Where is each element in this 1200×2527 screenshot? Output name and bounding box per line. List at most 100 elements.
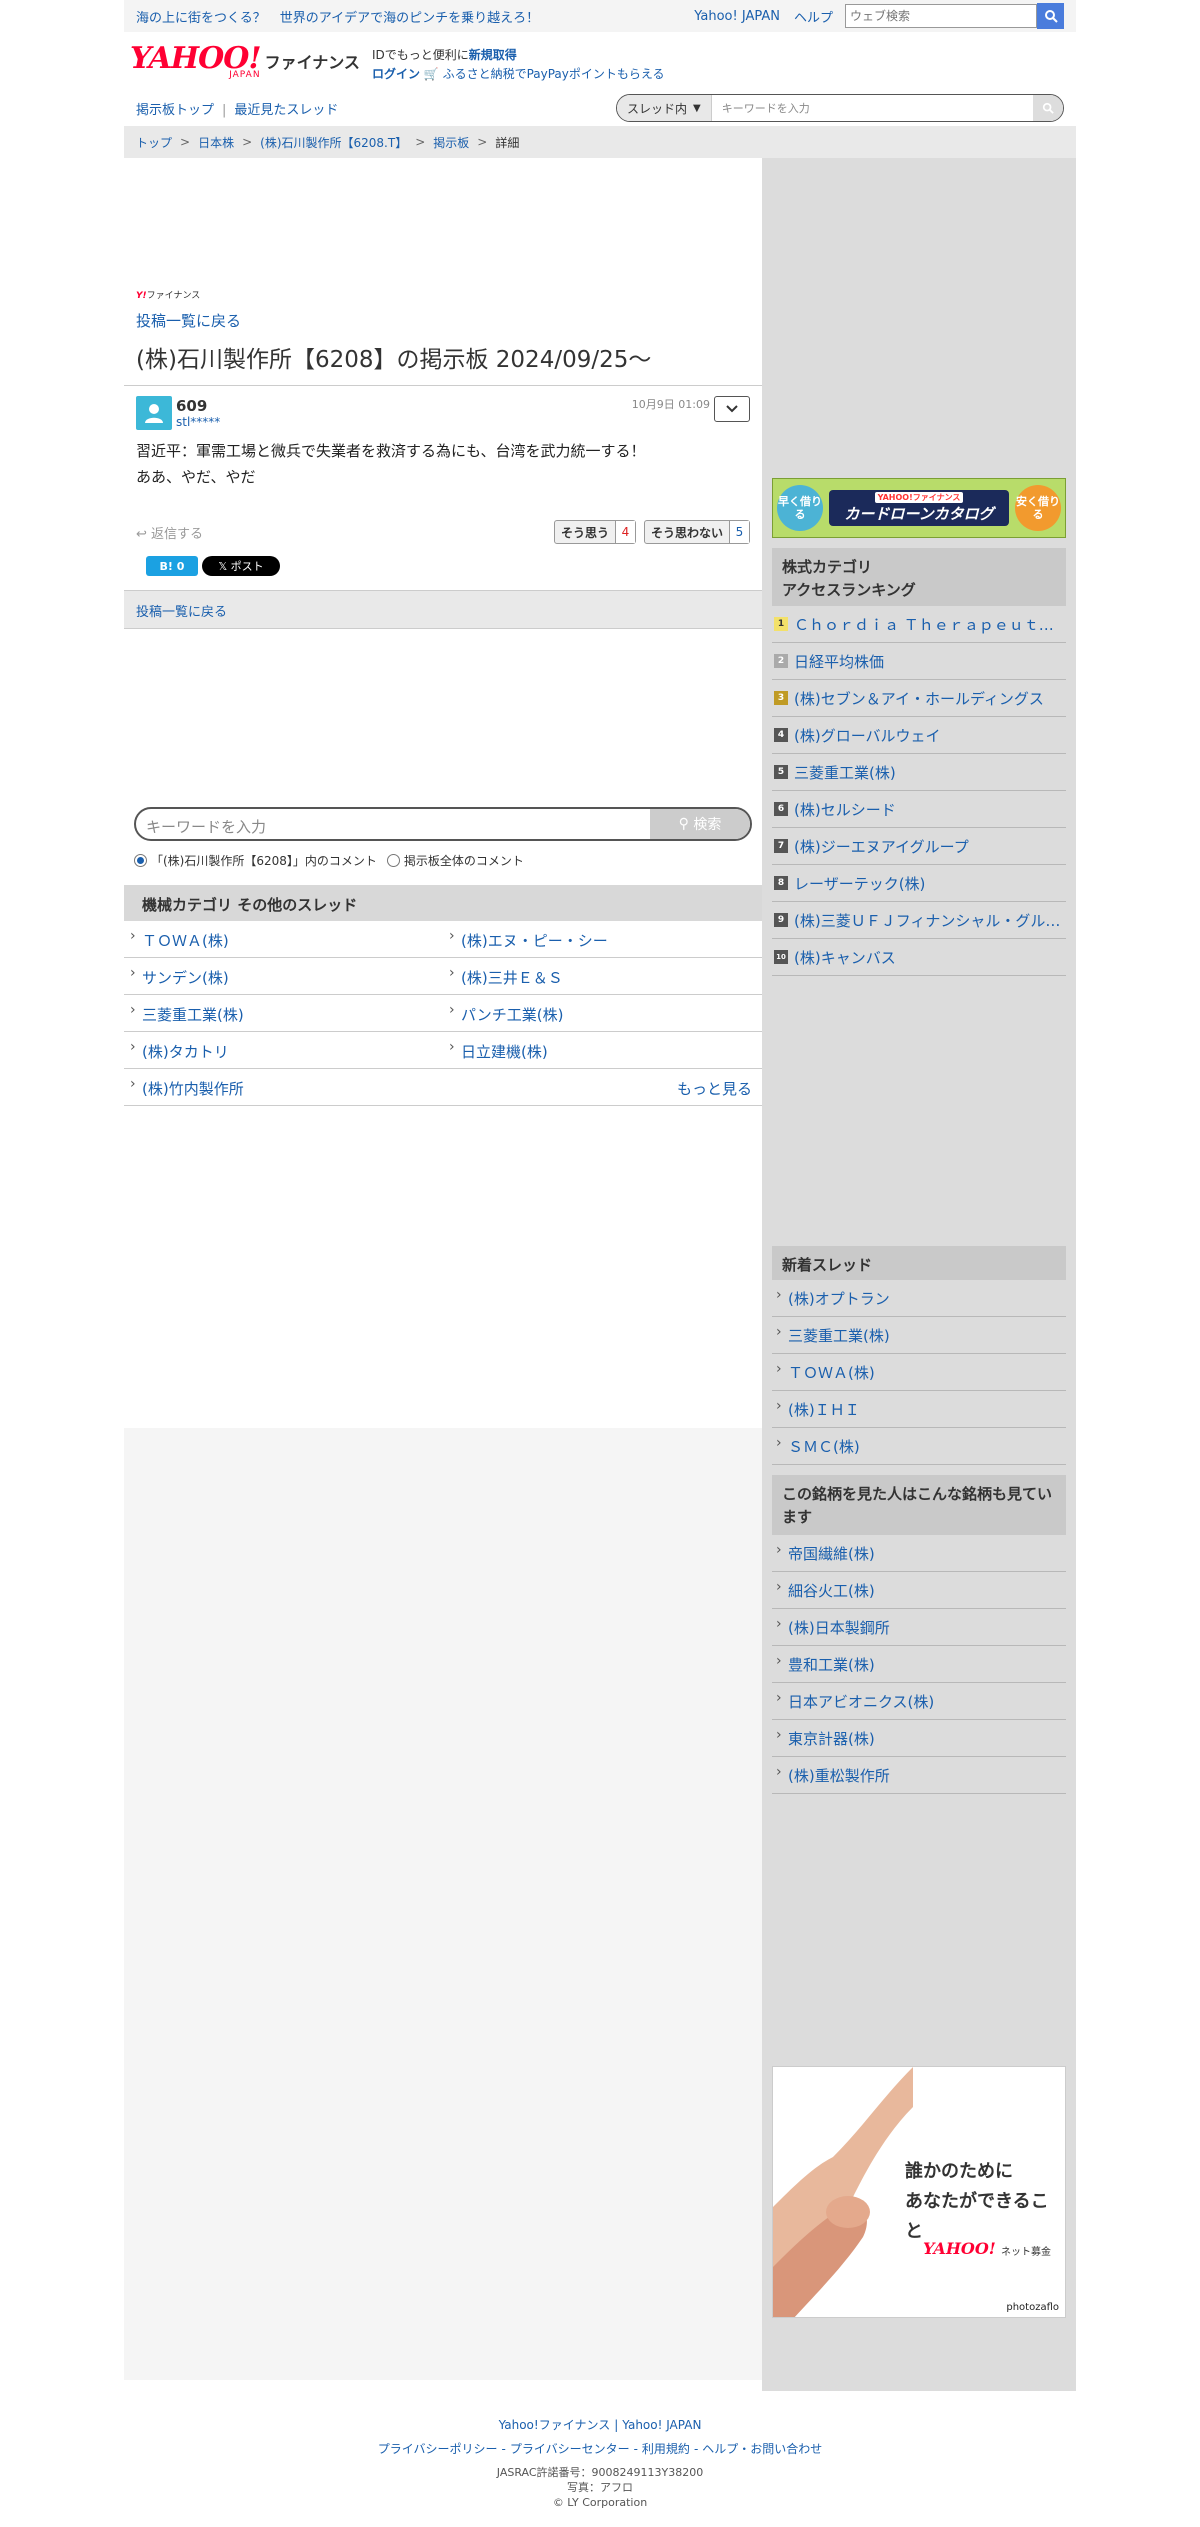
search-icon: ⚲: [678, 816, 694, 832]
bbs-top-link[interactable]: 掲示板トップ: [136, 103, 214, 118]
ranking-item[interactable]: 7 (株)ジーエヌアイグループ: [772, 828, 1066, 865]
yahoo-finance-logo[interactable]: YAHOO! JAPAN ファイナンス: [130, 44, 360, 81]
donation-sub: ネット募金: [1001, 2247, 1051, 2258]
footer-yahoo-finance-link[interactable]: Yahoo!ファイナンス: [499, 2418, 611, 2432]
breadcrumb: トップ > 日本株 > (株)石川製作所【6208.T】 > 掲示板 > 詳細: [124, 126, 1076, 158]
category-item[interactable]: パンチ工業(株): [461, 1006, 563, 1024]
ranking-item[interactable]: 10 (株)キャンバス: [772, 939, 1066, 976]
main-column: Y!ファイナンス 投稿一覧に戻る (株)石川製作所【6208】の掲示板 2024…: [124, 158, 762, 2391]
board-subnav: 掲示板トップ | 最近見たスレッド スレッド内 ▼ キーワードを入力: [124, 90, 1076, 126]
also-viewed-item[interactable]: 細谷火工(株): [788, 1580, 875, 1601]
donation-line-1: 誰かのために: [905, 2161, 1013, 2182]
category-item[interactable]: (株)タカトリ: [142, 1043, 229, 1061]
site-header: YAHOO! JAPAN ファイナンス IDでもっと便利に新規取得 ログイン 🛒…: [124, 32, 1076, 90]
also-viewed-item[interactable]: 東京計器(株): [788, 1728, 875, 1749]
ranking-item[interactable]: 9 (株)三菱ＵＦＪフィナンシャル・グループ: [772, 902, 1066, 939]
radio-thread-label[interactable]: 「(株)石川製作所【6208】」内のコメント: [151, 852, 377, 869]
also-viewed-item[interactable]: (株)重松製作所: [788, 1765, 890, 1786]
new-thread-item[interactable]: 三菱重工業(株): [788, 1325, 890, 1346]
category-item[interactable]: (株)エヌ・ピー・シー: [461, 932, 608, 950]
new-thread-item[interactable]: (株)ＩＨＩ: [788, 1399, 860, 1420]
promo-text-1[interactable]: 海の上に街をつくる？: [136, 11, 266, 26]
promo-banner[interactable]: 海の上に街をつくる？ 世界のアイデアで海のピンチを乗り越えろ！: [136, 7, 680, 26]
user-id-link[interactable]: stl*****: [176, 414, 220, 430]
help-link[interactable]: ヘルプ: [794, 7, 833, 26]
category-item[interactable]: 日立建機(株): [461, 1043, 548, 1061]
recent-threads-link[interactable]: 最近見たスレッド: [234, 103, 338, 118]
category-more-link[interactable]: もっと見る: [677, 1080, 752, 1098]
comment-search-input[interactable]: キーワードを入力: [136, 809, 650, 839]
ad-space-3: [124, 1106, 762, 1428]
page-footer: Yahoo!ファイナンス | Yahoo! JAPAN プライバシーポリシー - プライ…: [124, 2391, 1076, 2510]
footer-terms-link[interactable]: 利用規約: [642, 2442, 690, 2456]
rank-badge: 9: [774, 913, 788, 927]
ranking-item[interactable]: 2 日経平均株価: [772, 643, 1066, 680]
card-loan-ad[interactable]: 早く借りる YAHOO!ファイナンス カードローンカタログ 安く借りる: [772, 478, 1066, 538]
disagree-button[interactable]: そう思わない 5: [643, 520, 750, 544]
breadcrumb-top[interactable]: トップ: [136, 134, 172, 151]
footer-privacy-center-link[interactable]: プライバシーセンター: [510, 2442, 630, 2456]
board-search-button[interactable]: [1033, 95, 1063, 121]
also-viewed-item[interactable]: 豊和工業(株): [788, 1654, 875, 1675]
also-viewed-item[interactable]: 帝国繊維(株): [788, 1543, 875, 1564]
ranking-item[interactable]: 6 (株)セルシード: [772, 791, 1066, 828]
also-viewed-item[interactable]: (株)日本製鋼所: [788, 1617, 890, 1638]
comment-search-button[interactable]: ⚲ 検索: [650, 809, 750, 839]
login-link[interactable]: ログイン: [372, 67, 420, 81]
radio-all-comments[interactable]: [386, 853, 400, 867]
ranking-item[interactable]: 3 (株)セブン＆アイ・ホールディングス: [772, 680, 1066, 717]
category-item[interactable]: (株)竹内製作所: [142, 1080, 244, 1098]
ad-title: カードローンカタログ: [844, 505, 994, 523]
web-search-input[interactable]: [845, 4, 1037, 28]
new-thread-item[interactable]: (株)オプトラン: [788, 1288, 890, 1309]
search-scope-radios: 「(株)石川製作所【6208】」内のコメント 掲示板全体のコメント: [134, 849, 752, 871]
signup-link[interactable]: 新規取得: [469, 48, 517, 62]
post-menu-button[interactable]: [714, 396, 750, 422]
ranking-heading: 株式カテゴリ アクセスランキング: [772, 548, 1066, 606]
board-search-input[interactable]: キーワードを入力: [712, 100, 1033, 116]
search-icon: [1042, 102, 1054, 114]
new-thread-item[interactable]: ＳＭＣ(株): [788, 1436, 860, 1457]
reply-button[interactable]: ↩ 返信する: [136, 523, 546, 542]
ranking-item[interactable]: 4 (株)グローバルウェイ: [772, 717, 1066, 754]
category-item[interactable]: (株)三井Ｅ＆Ｓ: [461, 969, 563, 987]
rank-badge: 3: [774, 691, 788, 705]
breadcrumb-stock[interactable]: (株)石川製作所【6208.T】: [260, 134, 407, 151]
jasrac-number: JASRAC許諾番号：9008249113Y38200: [496, 2466, 704, 2479]
top-bar: 海の上に街をつくる？ 世界のアイデアで海のピンチを乗り越えろ！ Yahoo! JA…: [124, 0, 1076, 32]
donation-yahoo-logo: YAHOO!: [923, 2239, 996, 2258]
x-post-button[interactable]: 𝕏 ポスト: [202, 556, 280, 576]
breadcrumb-jp-stocks[interactable]: 日本株: [198, 134, 234, 151]
ranking-item[interactable]: 8 レーザーテック(株): [772, 865, 1066, 902]
search-scope-select[interactable]: スレッド内 ▼: [617, 95, 712, 121]
footer-privacy-link[interactable]: プライバシーポリシー: [378, 2442, 498, 2456]
photo-credit: photozaflo: [1006, 2302, 1059, 2313]
ranking-item[interactable]: 1Ｃｈｏｒｄｉａ Ｔｈｅｒａｐｅｕｔｉｃｓ(株): [772, 606, 1066, 643]
also-viewed-item[interactable]: 日本アビオニクス(株): [788, 1691, 934, 1712]
category-item[interactable]: 三菱重工業(株): [142, 1006, 244, 1024]
breadcrumb-board[interactable]: 掲示板: [433, 134, 469, 151]
new-thread-item[interactable]: ＴＯＷＡ(株): [788, 1362, 875, 1383]
promo-text-2[interactable]: 世界のアイデアで海のピンチを乗り越えろ！: [280, 11, 539, 26]
web-search-button[interactable]: [1037, 3, 1064, 29]
hatena-bookmark-button[interactable]: B! 0: [146, 556, 198, 576]
category-thread-list: ＴＯＷＡ(株) (株)エヌ・ピー・シー サンデン(株) (株)三井Ｅ＆Ｓ 三菱重…: [124, 921, 762, 1106]
category-item[interactable]: ＴＯＷＡ(株): [142, 932, 229, 950]
yahoo-japan-link[interactable]: Yahoo! JAPAN: [694, 9, 780, 24]
agree-button[interactable]: そう思う 4: [553, 520, 636, 544]
radio-all-label[interactable]: 掲示板全体のコメント: [404, 852, 524, 869]
also-viewed-heading: この銘柄を見た人はこんな銘柄も見ています: [772, 1475, 1066, 1535]
back-to-list-link[interactable]: 投稿一覧に戻る: [136, 312, 241, 330]
footer-help-link[interactable]: ヘルプ・お問い合わせ: [702, 2442, 822, 2456]
back-to-list-link-2[interactable]: 投稿一覧に戻る: [136, 605, 227, 620]
disagree-count: 5: [729, 521, 749, 543]
footer-yahoo-japan-link[interactable]: Yahoo! JAPAN: [622, 2418, 701, 2432]
radio-thread-comments[interactable]: [134, 853, 147, 867]
ranking-item[interactable]: 5 三菱重工業(株): [772, 754, 1066, 791]
category-item[interactable]: サンデン(株): [142, 969, 229, 987]
avatar[interactable]: [136, 396, 172, 430]
donation-ad[interactable]: 誰かのために あなたができること YAHOO! ネット募金 photozaflo: [772, 2066, 1066, 2318]
rank-badge: 10: [774, 950, 788, 964]
post-line-2: ああ、やだ、やだ: [136, 468, 256, 486]
furusato-link[interactable]: ふるさと納税でPayPayポイントもらえる: [443, 67, 665, 81]
